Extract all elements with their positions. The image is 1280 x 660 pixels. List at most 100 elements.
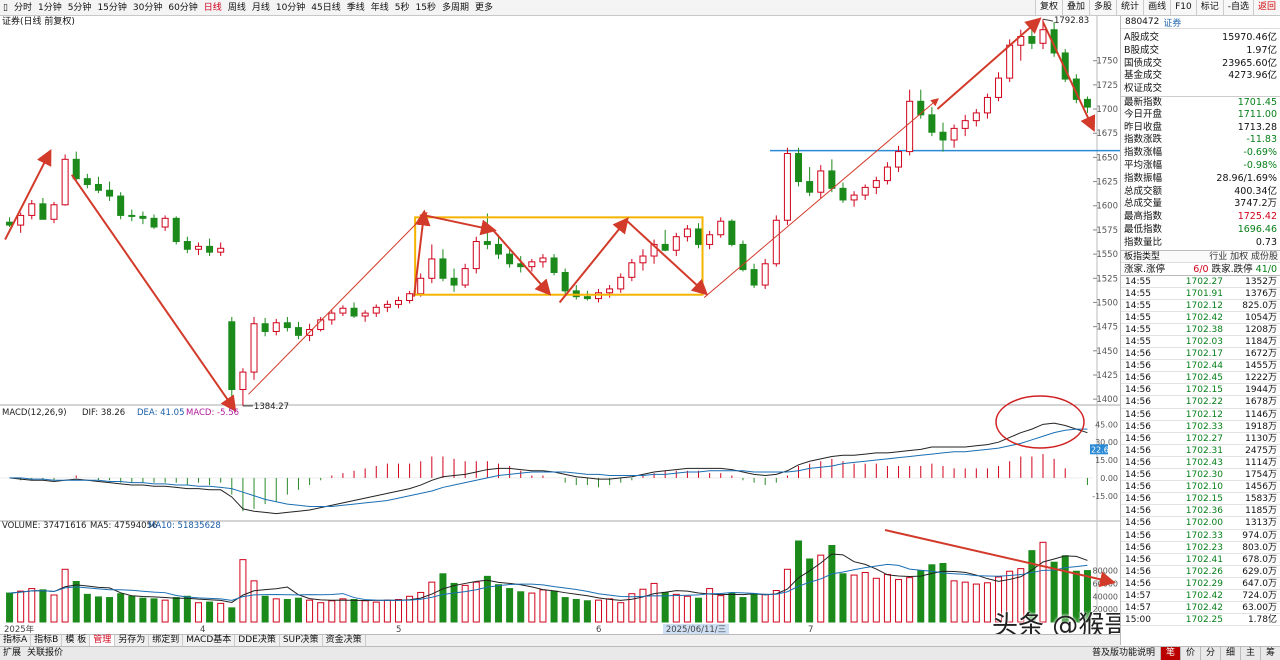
candle-body bbox=[717, 220, 725, 236]
indicator-tab[interactable]: DDE决策 bbox=[235, 635, 280, 646]
macd-dif: DIF: 38.26 bbox=[82, 408, 125, 418]
help-link[interactable]: 普及版功能说明 bbox=[1087, 647, 1160, 660]
price-tick-label: 1550 bbox=[1096, 250, 1118, 260]
stat-label: 最高指数 bbox=[1124, 211, 1163, 223]
toolbar-button[interactable]: 返回 bbox=[1252, 0, 1280, 15]
period-tab[interactable]: 年线 bbox=[368, 0, 392, 15]
candle-body bbox=[139, 215, 147, 219]
tick-row: 14:56 1702.15 1583万 bbox=[1121, 493, 1280, 506]
tick-price: 1702.10 bbox=[1185, 482, 1223, 493]
period-tab[interactable]: 60分钟 bbox=[165, 0, 200, 15]
status-button[interactable]: 分 bbox=[1200, 647, 1220, 660]
status-button[interactable]: 主 bbox=[1240, 647, 1260, 660]
status-button[interactable]: 价 bbox=[1180, 647, 1200, 660]
volume-bar bbox=[550, 590, 558, 623]
candle-body bbox=[728, 220, 736, 245]
indicator-tab[interactable]: 指标B bbox=[31, 635, 63, 646]
tick-time: 14:56 bbox=[1125, 494, 1151, 505]
tick-time: 14:56 bbox=[1125, 578, 1151, 589]
period-tab[interactable]: 15分钟 bbox=[94, 0, 129, 15]
tick-price: 1702.12 bbox=[1185, 300, 1223, 311]
volume-bar bbox=[561, 597, 569, 623]
tick-time: 14:55 bbox=[1125, 300, 1151, 311]
price-tick-label: 1725 bbox=[1096, 81, 1118, 91]
tick-price: 1702.00 bbox=[1185, 518, 1223, 529]
tick-row: 14:56 1702.33 1918万 bbox=[1121, 421, 1280, 433]
candle-body bbox=[872, 180, 880, 188]
stat-label: 指数量比 bbox=[1124, 236, 1163, 248]
period-tab[interactable]: 1分钟 bbox=[35, 0, 65, 15]
period-tab[interactable]: 季线 bbox=[344, 0, 368, 15]
volume-bar bbox=[572, 599, 580, 623]
stat-row: 指数涨跌 -11.83 bbox=[1121, 134, 1280, 147]
toolbar-button[interactable]: 复权 bbox=[1035, 0, 1063, 15]
period-tab[interactable]: 15秒 bbox=[413, 0, 439, 15]
price-tick-label: 1625 bbox=[1096, 178, 1118, 188]
toolbar-button[interactable]: 多股 bbox=[1089, 0, 1117, 15]
period-tab[interactable]: 周线 bbox=[225, 0, 249, 15]
candle-body bbox=[250, 323, 258, 373]
period-tab[interactable]: 月线 bbox=[249, 0, 273, 15]
tick-volume: 678.0万 bbox=[1242, 554, 1277, 565]
tick-time: 14:56 bbox=[1125, 445, 1151, 456]
indicator-tab[interactable]: 模 板 bbox=[62, 635, 91, 646]
indicator-tab[interactable]: 指标A bbox=[0, 635, 32, 646]
tick-row: 14:56 1702.30 1754万 bbox=[1121, 469, 1280, 482]
kline-chart[interactable]: 1400 1425 1450 1475 1500 1525 1550 1575 1600 1625… bbox=[0, 16, 1120, 634]
tick-row: 14:56 1702.17 1672万 bbox=[1121, 348, 1280, 361]
stat-row: 指数涨幅 -0.69% bbox=[1121, 147, 1280, 160]
volume-bar bbox=[672, 593, 680, 623]
period-tab[interactable]: 45日线 bbox=[308, 0, 343, 15]
indicator-tab[interactable]: 另存为 bbox=[115, 635, 150, 646]
volume-bar bbox=[917, 570, 925, 623]
candle-body bbox=[461, 268, 469, 286]
volume-bar bbox=[428, 581, 436, 623]
candle-body bbox=[506, 253, 514, 265]
x-axis-label: 2025/06/11/三 bbox=[666, 625, 726, 634]
tick-price: 1702.44 bbox=[1185, 361, 1223, 372]
volume-bar bbox=[739, 597, 747, 623]
toolbar-button[interactable]: 画线 bbox=[1143, 0, 1171, 15]
period-tab[interactable]: 分时 bbox=[11, 0, 35, 15]
indicator-tab[interactable]: 资金决策 bbox=[323, 635, 366, 646]
tick-row: 14:56 1702.10 1456万 bbox=[1121, 481, 1280, 494]
macd-title: MACD(12,26,9) bbox=[2, 408, 67, 418]
tick-row: 14:56 1702.33 974.0万 bbox=[1121, 530, 1280, 542]
window-icon[interactable]: ▯ bbox=[0, 0, 11, 15]
candle-body bbox=[283, 322, 291, 329]
period-tab[interactable]: 日线 bbox=[201, 0, 225, 15]
security-code: 880472 bbox=[1125, 17, 1160, 27]
period-tab[interactable]: 多周期 bbox=[439, 0, 472, 15]
indicator-tab[interactable]: 绑定到 bbox=[149, 635, 184, 646]
indicator-tab[interactable]: 管理 bbox=[90, 635, 116, 646]
related-quote-button[interactable]: 关联报价 bbox=[24, 647, 66, 660]
indicator-tab[interactable]: SUP决策 bbox=[280, 635, 323, 646]
security-code-row: 880472 证券 bbox=[1121, 16, 1280, 29]
period-tab[interactable]: 30分钟 bbox=[130, 0, 165, 15]
expand-button[interactable]: 扩展 bbox=[0, 647, 24, 660]
toolbar-button[interactable]: 统计 bbox=[1116, 0, 1144, 15]
status-button[interactable]: 筹 bbox=[1260, 647, 1280, 660]
toolbar-button[interactable]: -自选 bbox=[1222, 0, 1253, 15]
stat-label: 最新指数 bbox=[1124, 96, 1163, 108]
stat-value: 3747.2万 bbox=[1234, 198, 1277, 210]
indicator-tab[interactable]: MACD基本 bbox=[183, 635, 236, 646]
period-tab[interactable]: 5分钟 bbox=[65, 0, 95, 15]
tick-row: 14:56 1702.45 1222万 bbox=[1121, 372, 1280, 385]
toolbar-button[interactable]: F10 bbox=[1170, 0, 1196, 15]
dea-line bbox=[9, 428, 1088, 507]
toolbar-button[interactable]: 叠加 bbox=[1062, 0, 1090, 15]
stat-label: 基金成交 bbox=[1124, 70, 1163, 82]
candle-body bbox=[839, 187, 847, 201]
period-tab[interactable]: 更多 bbox=[472, 0, 496, 15]
toolbar-button[interactable]: 标记 bbox=[1195, 0, 1223, 15]
status-button[interactable]: 细 bbox=[1220, 647, 1240, 660]
period-tab[interactable]: 5秒 bbox=[392, 0, 413, 15]
tick-volume: 1146万 bbox=[1245, 409, 1277, 420]
volume-bar bbox=[783, 568, 791, 623]
price-tick-label: 1450 bbox=[1096, 347, 1118, 357]
volume-bar bbox=[661, 591, 669, 623]
stat-value: 1725.42 bbox=[1237, 211, 1277, 223]
status-button[interactable]: 笔 bbox=[1160, 647, 1180, 660]
period-tab[interactable]: 10分钟 bbox=[273, 0, 308, 15]
